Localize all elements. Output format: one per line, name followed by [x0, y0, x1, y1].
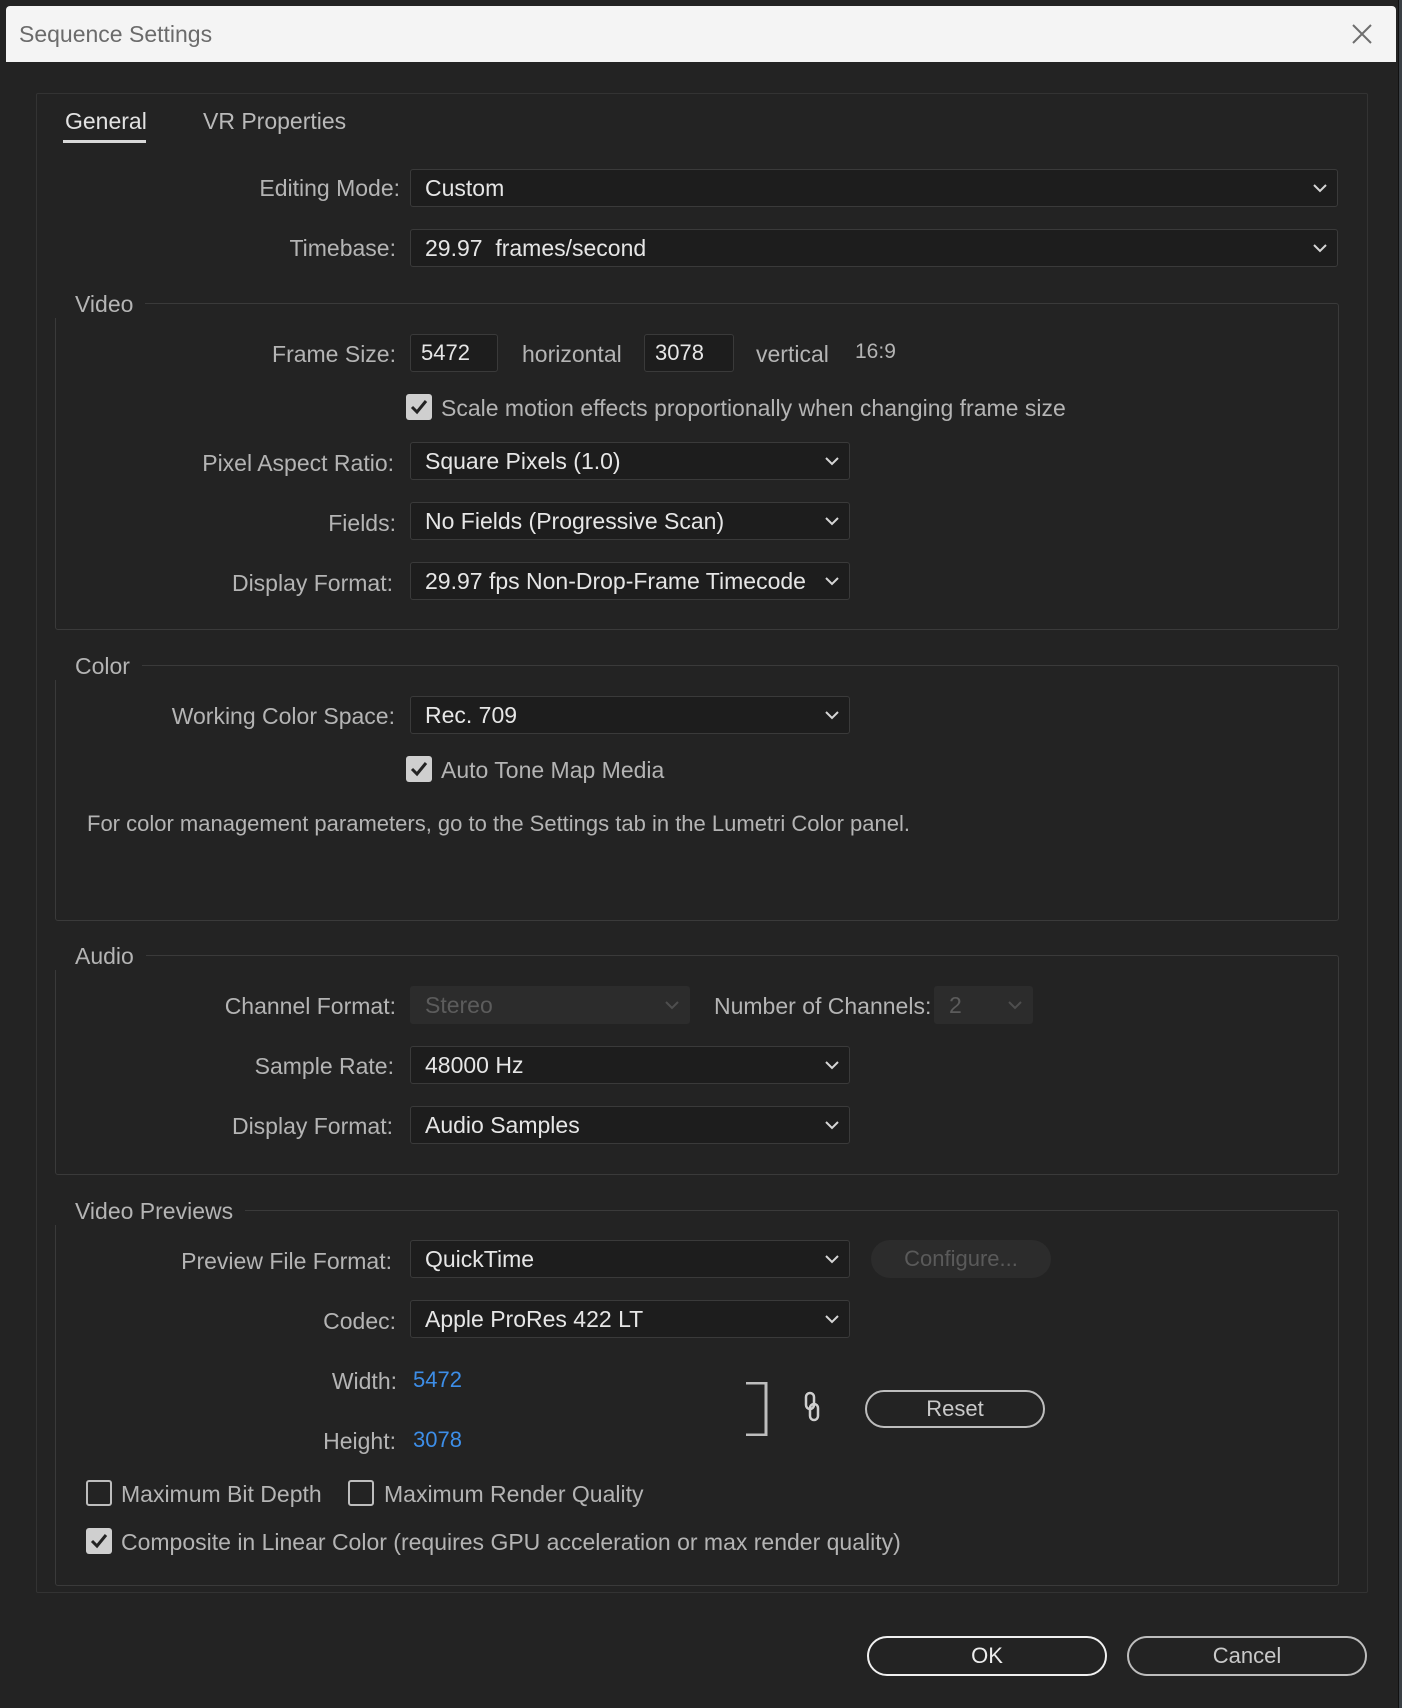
checkmark-icon	[90, 1534, 108, 1549]
chevron-down-icon	[815, 502, 849, 540]
max-render-quality-label[interactable]: Maximum Render Quality	[384, 1481, 643, 1508]
chevron-down-icon	[815, 442, 849, 480]
window-title: Sequence Settings	[19, 21, 213, 47]
number-of-channels-value: 2	[949, 991, 962, 1018]
close-icon[interactable]	[1344, 16, 1380, 52]
chevron-down-icon	[815, 562, 849, 600]
timebase-value: 29.97 frames/second	[425, 234, 647, 261]
editing-mode-value: Custom	[425, 174, 505, 201]
audio-display-format-label: Display Format:	[231, 1113, 393, 1139]
pixel-aspect-ratio-label: Pixel Aspect Ratio:	[202, 450, 394, 476]
video-previews-group-title: Video Previews	[55, 1198, 246, 1225]
working-color-space-dropdown[interactable]: Rec. 709	[410, 696, 850, 734]
color-management-note: For color management parameters, go to t…	[87, 811, 910, 836]
sequence-settings-dialog: Sequence Settings General VR Properties …	[0, 0, 1399, 1708]
configure-button: Configure...	[871, 1240, 1051, 1278]
number-of-channels-dropdown: 2	[934, 986, 1033, 1024]
chevron-down-icon	[815, 1240, 849, 1278]
working-color-space-label: Working Color Space:	[171, 703, 395, 729]
audio-group-title: Audio	[55, 943, 146, 970]
preview-file-format-dropdown[interactable]: QuickTime	[410, 1240, 850, 1278]
preview-height-label: Height:	[323, 1428, 396, 1454]
video-display-format-dropdown[interactable]: 29.97 fps Non-Drop-Frame Timecode	[410, 562, 850, 600]
sample-rate-value: 48000 Hz	[425, 1051, 524, 1078]
sample-rate-dropdown[interactable]: 48000 Hz	[410, 1046, 850, 1084]
video-display-format-label: Display Format:	[231, 570, 393, 596]
scale-motion-checkbox[interactable]	[406, 394, 432, 420]
pixel-aspect-ratio-value: Square Pixels (1.0)	[425, 447, 621, 474]
channel-format-value: Stereo	[425, 991, 493, 1018]
max-bit-depth-checkbox[interactable]	[86, 1480, 112, 1506]
video-group-title: Video	[55, 291, 146, 318]
chevron-down-icon	[815, 1046, 849, 1084]
checkmark-icon	[410, 762, 428, 777]
channel-format-label: Channel Format:	[224, 993, 396, 1019]
max-bit-depth-label[interactable]: Maximum Bit Depth	[121, 1481, 322, 1508]
preview-file-format-label: Preview File Format:	[181, 1248, 392, 1274]
video-display-format-value: 29.97 fps Non-Drop-Frame Timecode	[425, 567, 806, 594]
linear-color-label[interactable]: Composite in Linear Color (requires GPU …	[121, 1529, 901, 1556]
max-render-quality-checkbox[interactable]	[348, 1480, 374, 1506]
preview-width-value[interactable]: 5472	[413, 1367, 462, 1393]
preview-width-label: Width:	[331, 1368, 397, 1394]
link-bracket	[746, 1381, 768, 1437]
tab-general[interactable]: General	[65, 108, 147, 135]
timebase-dropdown[interactable]: 29.97 frames/second	[410, 229, 1338, 267]
frame-size-label: Frame Size:	[272, 341, 396, 367]
checkmark-icon	[410, 400, 428, 415]
auto-tone-map-label[interactable]: Auto Tone Map Media	[441, 757, 664, 784]
chevron-down-icon	[1303, 229, 1337, 267]
horizontal-label: horizontal	[522, 341, 622, 367]
chevron-down-icon	[655, 986, 689, 1024]
codec-dropdown[interactable]: Apple ProRes 422 LT	[410, 1300, 850, 1338]
vertical-label: vertical	[756, 341, 829, 367]
tab-vr-properties[interactable]: VR Properties	[203, 108, 346, 135]
codec-value: Apple ProRes 422 LT	[425, 1305, 644, 1332]
link-chain-icon[interactable]	[800, 1390, 824, 1424]
codec-label: Codec:	[323, 1308, 396, 1334]
linear-color-checkbox[interactable]	[86, 1528, 112, 1554]
audio-display-format-value: Audio Samples	[425, 1111, 580, 1138]
preview-file-format-value: QuickTime	[425, 1245, 535, 1272]
chevron-down-icon	[815, 1300, 849, 1338]
scale-motion-label[interactable]: Scale motion effects proportionally when…	[441, 395, 1066, 422]
auto-tone-map-checkbox[interactable]	[406, 756, 432, 782]
chevron-down-icon	[815, 696, 849, 734]
cancel-button[interactable]: Cancel	[1127, 1636, 1367, 1676]
chevron-down-icon	[1303, 169, 1337, 207]
channel-format-dropdown: Stereo	[410, 986, 690, 1024]
reset-button[interactable]: Reset	[865, 1390, 1045, 1428]
audio-display-format-dropdown[interactable]: Audio Samples	[410, 1106, 850, 1144]
preview-height-value[interactable]: 3078	[413, 1427, 462, 1453]
frame-width-input[interactable]: 5472	[410, 334, 498, 372]
fields-dropdown[interactable]: No Fields (Progressive Scan)	[410, 502, 850, 540]
active-tab-indicator	[63, 140, 146, 143]
frame-height-input[interactable]: 3078	[644, 334, 734, 372]
sample-rate-label: Sample Rate:	[254, 1053, 394, 1079]
aspect-ratio-text: 16:9	[855, 340, 896, 363]
fields-label: Fields:	[328, 510, 396, 536]
title-bar: Sequence Settings	[6, 6, 1396, 62]
working-color-space-value: Rec. 709	[425, 701, 518, 728]
editing-mode-dropdown[interactable]: Custom	[410, 169, 1338, 207]
number-of-channels-label: Number of Channels:	[714, 993, 932, 1019]
timebase-label: Timebase:	[289, 235, 396, 261]
chevron-down-icon	[998, 986, 1032, 1024]
ok-button[interactable]: OK	[867, 1636, 1107, 1676]
chevron-down-icon	[815, 1106, 849, 1144]
fields-value: No Fields (Progressive Scan)	[425, 507, 725, 534]
pixel-aspect-ratio-dropdown[interactable]: Square Pixels (1.0)	[410, 442, 850, 480]
editing-mode-label: Editing Mode:	[259, 175, 400, 201]
color-group-title: Color	[55, 653, 142, 680]
